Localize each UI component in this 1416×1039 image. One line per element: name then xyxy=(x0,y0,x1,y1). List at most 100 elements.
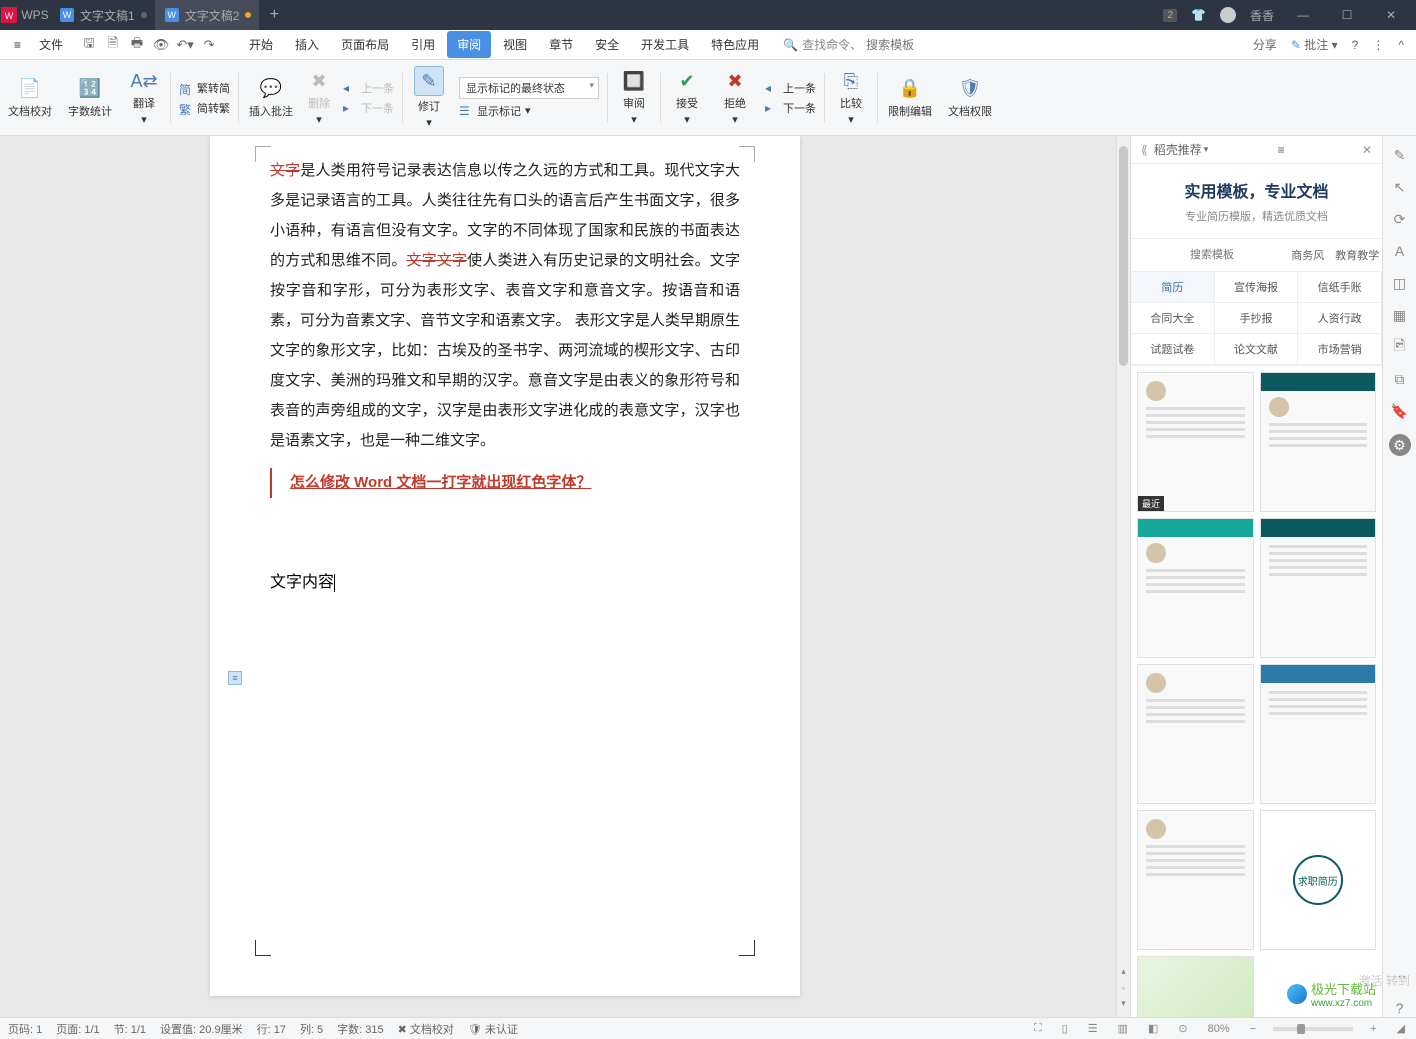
tab-insert[interactable]: 插入 xyxy=(285,31,329,58)
table-icon[interactable]: ▦ xyxy=(1391,306,1409,324)
pencil-icon[interactable]: ✎ xyxy=(1391,146,1409,164)
cat-letter[interactable]: 信纸手账 xyxy=(1298,272,1382,303)
corner-grip-icon[interactable]: ◢ xyxy=(1394,1022,1408,1035)
shapes-icon[interactable]: ◫ xyxy=(1391,274,1409,292)
panel-menu-icon[interactable]: ≡ xyxy=(1278,143,1285,157)
user-avatar[interactable] xyxy=(1220,7,1236,23)
vertical-scrollbar[interactable]: ▴ ◦ ▾ xyxy=(1116,136,1130,1017)
tab-reference[interactable]: 引用 xyxy=(401,31,445,58)
body-paragraph-1[interactable]: 文字是人类用符号记录表达信息以传之久远的方式和工具。现代文字大多是记录语言的工具… xyxy=(270,156,740,456)
t2s-button[interactable]: 繁简转繁 xyxy=(179,100,230,116)
template-thumb[interactable] xyxy=(1260,664,1377,804)
doc-tab-2[interactable]: W 文字文稿2 xyxy=(155,0,260,30)
scroll-circle[interactable]: ◦ xyxy=(1117,983,1130,993)
minimize-button[interactable]: — xyxy=(1288,8,1318,22)
sb-cert[interactable]: 🛡 未认证 xyxy=(468,1021,518,1037)
document-canvas[interactable]: ≡ 文字是人类用符号记录表达信息以传之久远的方式和工具。现代文字大多是记录语言的… xyxy=(0,136,1116,1017)
sb-section[interactable]: 节: 1/1 xyxy=(114,1021,146,1037)
command-search[interactable]: 🔍 查找命令、 xyxy=(783,36,986,53)
print-preview-icon[interactable]: 👁 xyxy=(153,37,169,53)
sb-proof[interactable]: ✖ 文档校对 xyxy=(398,1021,454,1037)
cat-exam[interactable]: 试题试卷 xyxy=(1131,334,1215,365)
tab-view[interactable]: 视图 xyxy=(493,31,537,58)
template-tab-edu[interactable]: 教育教学 xyxy=(1333,239,1383,271)
file-menu[interactable]: 文件 xyxy=(31,32,71,57)
body-paragraph-2[interactable]: 怎么修改 Word 文档一打字就出现红色字体？ xyxy=(270,468,740,498)
insert-comment-button[interactable]: 💬插入批注 xyxy=(241,60,301,135)
save-icon[interactable]: 🖫 xyxy=(81,37,97,53)
scroll-next-section[interactable]: ▾ xyxy=(1117,998,1130,1009)
template-tab-business[interactable]: 商务风 xyxy=(1283,239,1333,271)
zoom-in-button[interactable]: + xyxy=(1367,1023,1379,1035)
tab-devtools[interactable]: 开发工具 xyxy=(631,31,699,58)
next-comment-button[interactable]: ▸下一条 xyxy=(343,100,394,116)
sb-page[interactable]: 页码: 1 xyxy=(8,1021,42,1037)
collapse-ribbon-button[interactable]: ^ xyxy=(1398,38,1404,52)
panel-expand-icon[interactable]: ⟪ xyxy=(1141,143,1148,157)
cat-marketing[interactable]: 市场营销 xyxy=(1298,334,1382,365)
panel-close-button[interactable]: ✕ xyxy=(1362,143,1372,157)
share-button[interactable]: 分享 xyxy=(1253,36,1277,53)
sb-pages[interactable]: 页面: 1/1 xyxy=(56,1021,99,1037)
gallery-icon[interactable]: 🖻 xyxy=(1391,338,1409,356)
compare-button[interactable]: ⎘比较▾ xyxy=(827,60,875,135)
cat-resume[interactable]: 简历 xyxy=(1131,272,1215,303)
tab-review[interactable]: 审阅 xyxy=(447,31,491,58)
cat-handcopy[interactable]: 手抄报 xyxy=(1215,303,1299,334)
zoom-value[interactable]: 80% xyxy=(1205,1023,1233,1035)
template-thumb[interactable] xyxy=(1260,372,1377,512)
zoom-out-button[interactable]: − xyxy=(1247,1023,1259,1035)
doc-tab-1[interactable]: W 文字文稿1 xyxy=(50,0,155,30)
prev-change-button[interactable]: ◂上一条 xyxy=(765,80,816,96)
review-pane-button[interactable]: 🔲审阅▾ xyxy=(610,60,658,135)
prev-comment-button[interactable]: ◂上一条 xyxy=(343,80,394,96)
tab-special[interactable]: 特色应用 xyxy=(701,31,769,58)
tab-start[interactable]: 开始 xyxy=(239,31,283,58)
delete-comment-button[interactable]: ✖删除▾ xyxy=(307,69,331,126)
sb-words[interactable]: 字数: 315 xyxy=(337,1021,383,1037)
wordcount-button[interactable]: 🔢字数统计 xyxy=(60,60,120,135)
annotate-button[interactable]: ✎ 批注 ▾ xyxy=(1291,36,1338,53)
select-icon[interactable]: ↖ xyxy=(1391,178,1409,196)
template-search-input[interactable] xyxy=(1131,239,1283,271)
skin-icon[interactable]: 👕 xyxy=(1191,8,1206,22)
view-page-icon[interactable]: ▯ xyxy=(1059,1022,1071,1035)
scroll-prev-section[interactable]: ▴ xyxy=(1117,966,1130,977)
reject-button[interactable]: ✖拒绝▾ xyxy=(711,60,759,135)
cat-contract[interactable]: 合同大全 xyxy=(1131,303,1215,334)
save-as-icon[interactable]: 🗎 xyxy=(105,37,121,53)
bookmark-icon[interactable]: 🔖 xyxy=(1391,402,1409,420)
undo-icon[interactable]: ↶▾ xyxy=(177,37,193,53)
cat-poster[interactable]: 宣传海报 xyxy=(1215,272,1299,303)
redo-icon[interactable]: ↷ xyxy=(201,37,217,53)
new-tab-button[interactable]: + xyxy=(259,6,289,24)
help-button[interactable]: ? xyxy=(1352,38,1359,52)
template-thumb-leaves[interactable] xyxy=(1137,956,1254,1017)
s2t-button[interactable]: 简繁转简 xyxy=(179,80,230,96)
cat-hr[interactable]: 人资行政 xyxy=(1298,303,1382,334)
accept-button[interactable]: ✔接受▾ xyxy=(663,60,711,135)
style-a-icon[interactable]: A xyxy=(1391,242,1409,260)
more-button[interactable]: ⋮ xyxy=(1372,38,1384,52)
tab-layout[interactable]: 页面布局 xyxy=(331,31,399,58)
next-change-button[interactable]: ▸下一条 xyxy=(765,100,816,116)
template-thumb[interactable] xyxy=(1137,810,1254,950)
template-thumb-jobsearch[interactable]: 求职简历 xyxy=(1260,810,1377,950)
tab-security[interactable]: 安全 xyxy=(585,31,629,58)
notification-badge[interactable]: 2 xyxy=(1163,9,1177,22)
translate-button[interactable]: A⇄翻译▾ xyxy=(120,60,168,135)
doc-permission-button[interactable]: 🛡文档权限 xyxy=(940,60,1000,135)
template-thumb[interactable] xyxy=(1137,664,1254,804)
refresh-icon[interactable]: ⟳ xyxy=(1391,210,1409,228)
reset-zoom-icon[interactable]: ⊙ xyxy=(1175,1022,1190,1035)
tab-chapter[interactable]: 章节 xyxy=(539,31,583,58)
view-outline-icon[interactable]: ☰ xyxy=(1085,1022,1101,1035)
print-icon[interactable]: 🖶 xyxy=(129,37,145,53)
link-icon[interactable]: ⧉ xyxy=(1391,370,1409,388)
heading-text[interactable]: 文字内容 xyxy=(270,568,740,592)
zoom-slider[interactable] xyxy=(1273,1027,1353,1031)
cat-thesis[interactable]: 论文文献 xyxy=(1215,334,1299,365)
template-thumb[interactable] xyxy=(1137,518,1254,658)
restrict-edit-button[interactable]: 🔒限制编辑 xyxy=(880,60,940,135)
view-read-icon[interactable]: ◧ xyxy=(1145,1022,1161,1035)
